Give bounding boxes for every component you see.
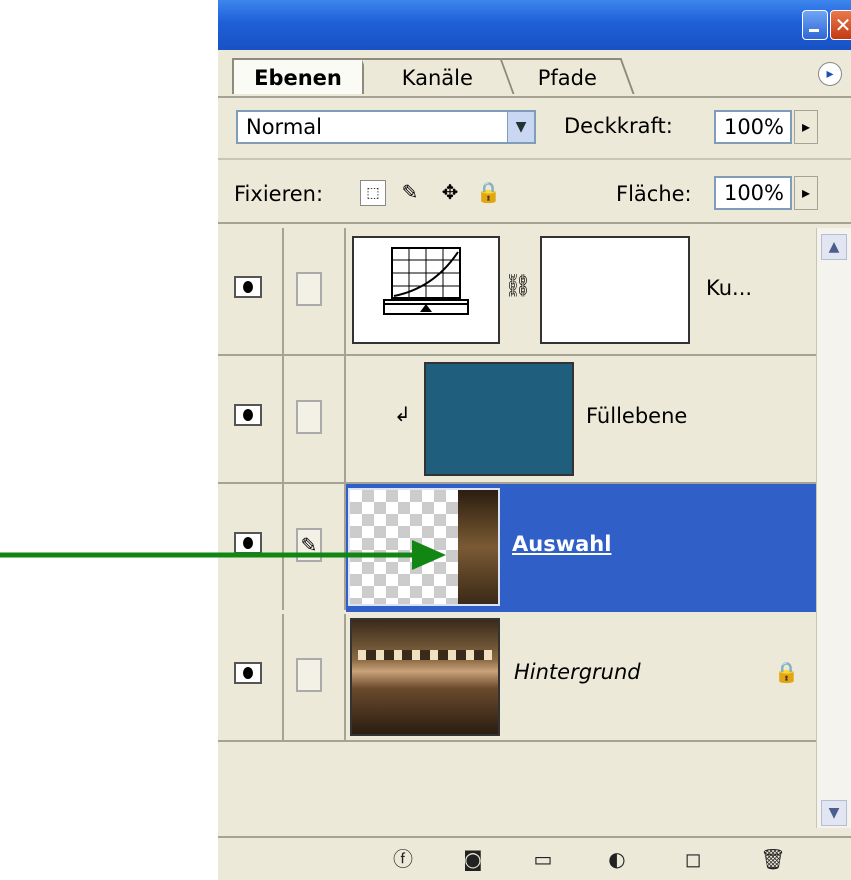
annotation-arrow xyxy=(0,540,446,570)
